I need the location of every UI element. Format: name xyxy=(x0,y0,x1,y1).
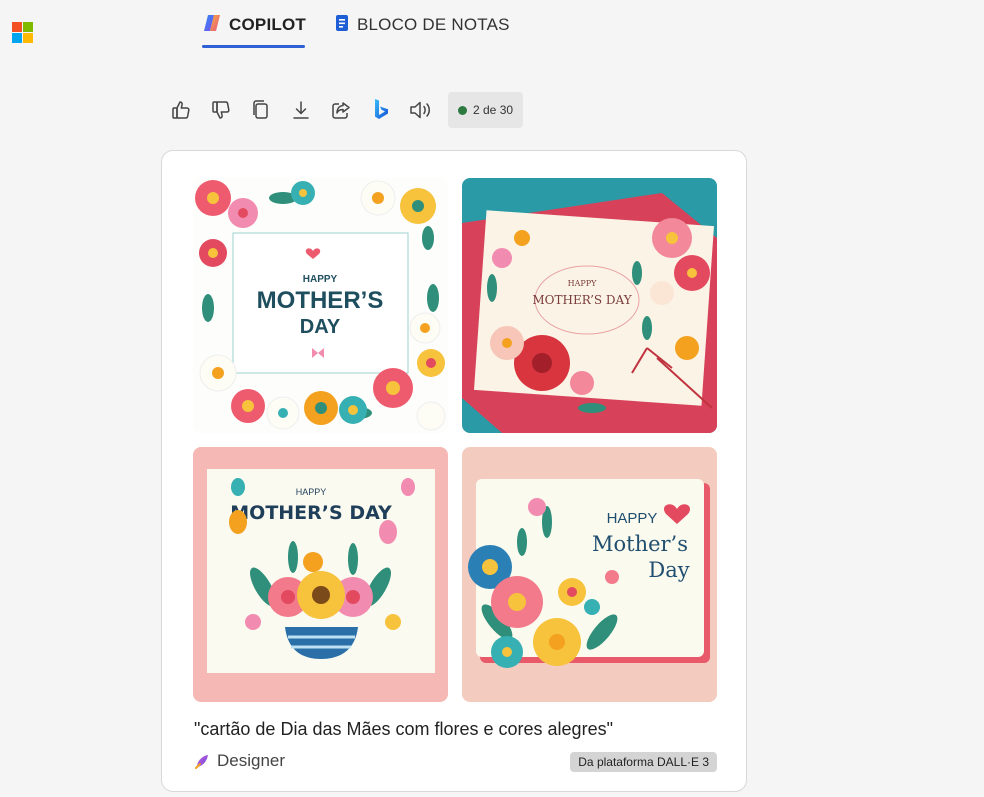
microsoft-logo[interactable] xyxy=(12,22,33,43)
copy-icon xyxy=(252,100,268,119)
tab-notebook-label: BLOCO DE NOTAS xyxy=(356,15,510,34)
logo-square-blue xyxy=(12,33,22,43)
image-counter-text: 2 de 30 xyxy=(473,103,514,117)
prompt-text: "cartão de Dia das Mães com flores e cor… xyxy=(194,719,613,739)
tab-copilot[interactable]: COPILOT xyxy=(202,12,306,38)
bing-search-button[interactable] xyxy=(366,93,395,127)
logo-square-yellow xyxy=(23,33,33,43)
image-1-line-2: MOTHER’S xyxy=(257,287,384,314)
platform-badge: Da plataforma DALL·E 3 xyxy=(570,752,717,772)
share-button[interactable] xyxy=(326,93,355,127)
share-icon xyxy=(331,102,350,119)
image-1-line-3: DAY xyxy=(300,316,341,338)
like-button[interactable] xyxy=(166,93,195,127)
designer-icon xyxy=(195,755,208,769)
copilot-icon xyxy=(202,13,222,38)
dislike-button[interactable] xyxy=(206,93,235,127)
image-4-line-2: Mother’s xyxy=(592,532,688,556)
notebook-icon xyxy=(334,13,350,38)
generated-image-1[interactable]: HAPPY MOTHER’S DAY xyxy=(193,178,448,433)
designer-label: Designer xyxy=(217,751,286,770)
designer-link[interactable]: Designer xyxy=(194,751,285,771)
image-2-line-1: HAPPY xyxy=(568,279,598,288)
response-toolbar: 2 de 30 xyxy=(166,92,524,128)
image-4-line-3: Day xyxy=(648,558,689,582)
image-1-line-1: HAPPY xyxy=(303,274,338,285)
image-counter-badge: 2 de 30 xyxy=(448,92,524,128)
status-dot xyxy=(458,105,467,115)
image-3-line-1: HAPPY xyxy=(296,487,327,497)
download-button[interactable] xyxy=(286,93,315,127)
image-grid: HAPPY MOTHER’S DAY HAPPY MOTHER’S DAY HA… xyxy=(193,178,717,702)
tab-copilot-label: COPILOT xyxy=(229,15,306,34)
generated-image-4[interactable]: HAPPY Mother’s Day xyxy=(462,447,717,702)
bing-icon xyxy=(374,99,388,119)
image-3-line-2: MOTHER’S DAY xyxy=(230,502,392,524)
logo-square-green xyxy=(23,22,33,32)
active-tab-indicator xyxy=(202,45,305,48)
thumbs-up-icon xyxy=(171,101,190,119)
read-aloud-button[interactable] xyxy=(406,93,435,127)
image-2-line-2: MOTHER’S DAY xyxy=(532,293,632,307)
generated-image-2[interactable]: HAPPY MOTHER’S DAY xyxy=(462,178,717,433)
top-tabs: COPILOT BLOCO DE NOTAS xyxy=(202,12,510,38)
copy-button[interactable] xyxy=(246,93,275,127)
speaker-icon xyxy=(409,101,430,119)
tab-notebook[interactable]: BLOCO DE NOTAS xyxy=(334,12,510,38)
logo-square-red xyxy=(12,22,22,32)
image-4-line-1: HAPPY xyxy=(607,510,658,527)
thumbs-down-icon xyxy=(211,101,230,119)
generated-image-3[interactable]: HAPPY MOTHER’S DAY xyxy=(193,447,448,702)
image-result-card: HAPPY MOTHER’S DAY HAPPY MOTHER’S DAY HA… xyxy=(161,150,747,792)
download-icon xyxy=(292,101,309,119)
